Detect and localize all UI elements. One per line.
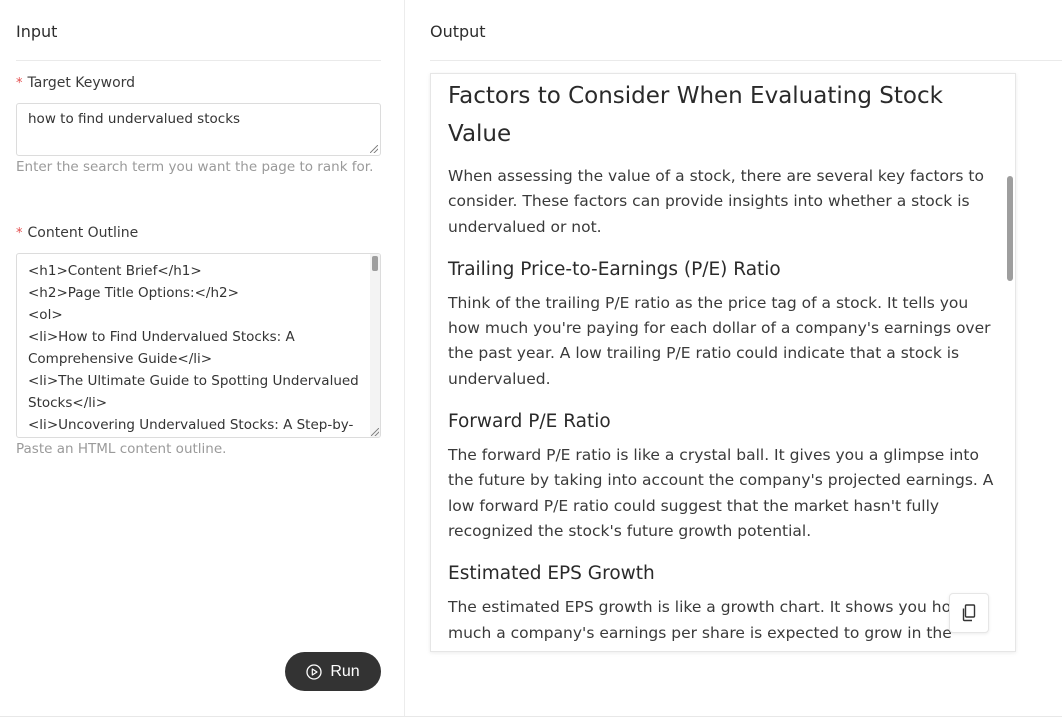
required-mark: * (16, 76, 23, 91)
output-panel: Output Factors to Consider When Evaluati… (406, 0, 1062, 717)
input-heading-divider (16, 60, 381, 61)
play-circle-icon (306, 663, 322, 680)
input-heading: Input (16, 22, 58, 41)
section-body: The forward P/E ratio is like a crystal … (448, 446, 994, 540)
content-outline-input[interactable]: <h1>Content Brief</h1> <h2>Page Title Op… (16, 253, 381, 438)
article-intro: When assessing the value of a stock, the… (448, 167, 984, 236)
output-article: Factors to Consider When Evaluating Stoc… (448, 74, 996, 651)
resize-handle-icon[interactable] (370, 145, 378, 153)
target-keyword-help: Enter the search term you want the page … (16, 159, 374, 175)
target-keyword-label: * Target Keyword (16, 75, 135, 91)
section-body: The estimated EPS growth is like a growt… (448, 598, 964, 651)
target-keyword-value: how to find undervalued stocks (28, 111, 241, 127)
target-keyword-input[interactable]: how to find undervalued stocks (16, 103, 381, 156)
target-keyword-label-text: Target Keyword (27, 75, 136, 91)
section-heading: Forward P/E Ratio (448, 411, 611, 433)
output-heading-divider (430, 60, 1062, 61)
required-mark: * (16, 226, 23, 241)
resize-handle-icon[interactable] (371, 428, 379, 436)
section-heading: Estimated EPS Growth (448, 563, 655, 585)
run-button-label: Run (330, 662, 360, 680)
run-button[interactable]: Run (285, 652, 381, 691)
input-panel: Input * Target Keyword how to find underv… (0, 0, 405, 717)
content-outline-value: <h1>Content Brief</h1> <h2>Page Title Op… (28, 263, 359, 433)
copy-button[interactable] (949, 593, 989, 633)
content-outline-label: * Content Outline (16, 225, 138, 241)
content-outline-scroll-thumb[interactable] (372, 256, 378, 271)
section-heading: Trailing Price-to-Earnings (P/E) Ratio (448, 258, 781, 280)
content-outline-label-text: Content Outline (27, 225, 139, 241)
bottom-divider (0, 716, 1062, 717)
article-title: Factors to Consider When Evaluating Stoc… (448, 83, 943, 147)
output-viewer[interactable]: Factors to Consider When Evaluating Stoc… (430, 73, 1016, 652)
output-scroll-thumb[interactable] (1007, 176, 1013, 281)
content-outline-scrollbar[interactable] (370, 254, 380, 437)
section-body: Think of the trailing P/E ratio as the p… (448, 293, 991, 388)
content-outline-help: Paste an HTML content outline. (16, 441, 227, 457)
output-heading: Output (430, 22, 486, 41)
copy-icon (962, 604, 976, 622)
